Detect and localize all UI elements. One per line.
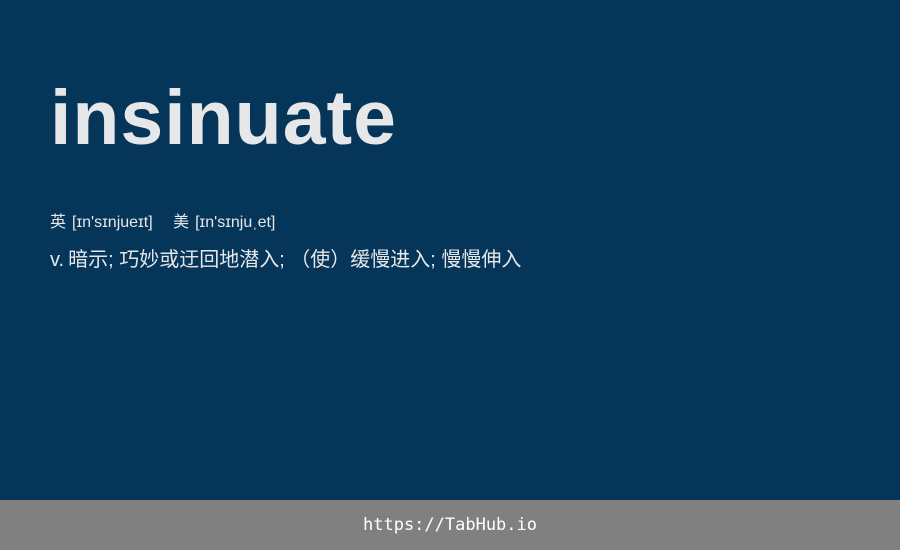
definition: v. 暗示; 巧妙或迂回地潜入; （使）缓慢进入; 慢慢伸入 [50,247,521,273]
phonetic-uk-label: 英 [50,214,67,231]
phonetic-us-value: [ɪn'sɪnjuˌet] [195,214,276,231]
definition-text: 暗示; 巧妙或迂回地潜入; （使）缓慢进入; 慢慢伸入 [68,249,522,271]
phonetic-us: 美 [ɪn'sɪnjuˌet] [173,213,275,233]
phonetic-uk-value: [ɪn'sɪnjueɪt] [72,214,153,231]
footer-bar: https://TabHub.io [0,500,900,550]
part-of-speech: v. [50,249,65,271]
tabhub-link[interactable]: https://TabHub.io [363,515,537,535]
phonetic-us-label: 美 [173,214,190,231]
phonetics-row: 英 [ɪn'sɪnjueɪt] 美 [ɪn'sɪnjuˌet] [50,213,291,233]
phonetic-uk: 英 [ɪn'sɪnjueɪt] [50,213,153,233]
word-card: insinuate 英 [ɪn'sɪnjueɪt] 美 [ɪn'sɪnjuˌet] … [0,0,900,500]
word-title: insinuate [50,75,398,161]
